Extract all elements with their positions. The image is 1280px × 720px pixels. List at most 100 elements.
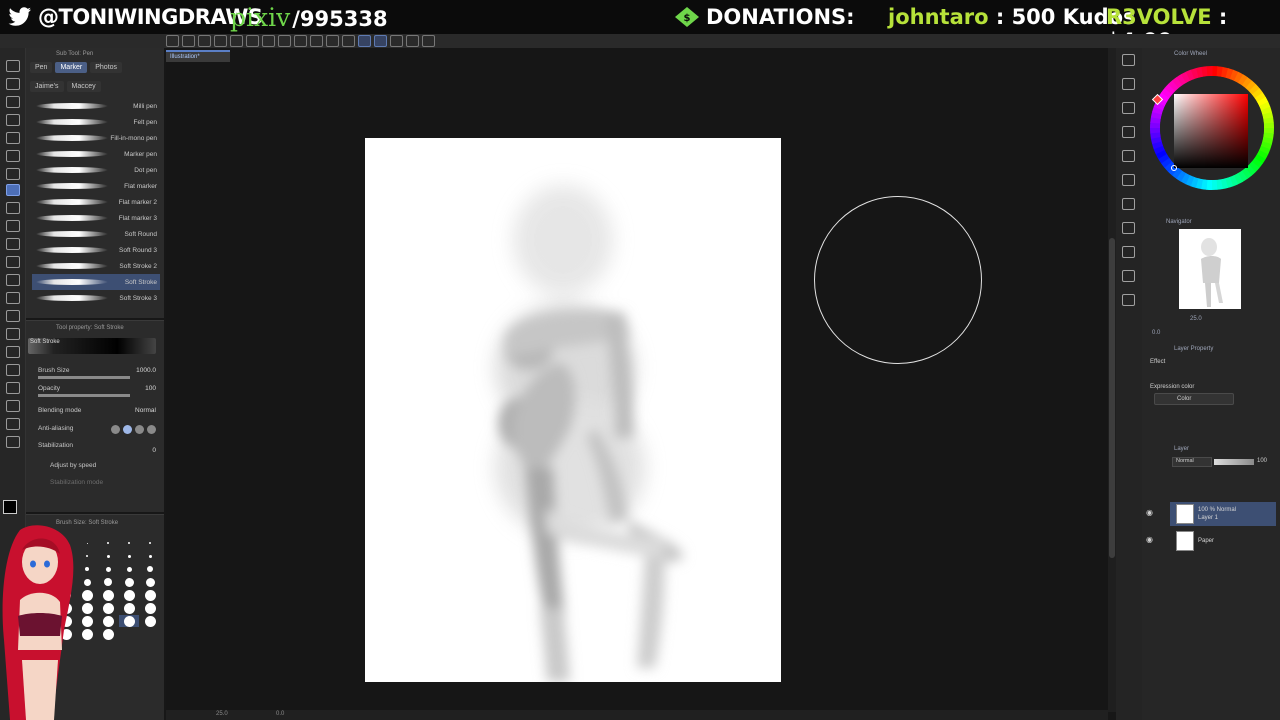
snap-special-icon[interactable] xyxy=(390,35,403,47)
brush-size-preset[interactable] xyxy=(77,602,97,614)
brush-list-item[interactable]: Soft Stroke 3 xyxy=(32,290,160,306)
brush-size-preset[interactable] xyxy=(140,615,160,627)
reference-icon[interactable] xyxy=(422,35,435,47)
layer-item-paper[interactable]: Paper xyxy=(1170,529,1276,553)
brush-list-item[interactable]: Milli pen xyxy=(32,98,160,114)
decoration-icon[interactable] xyxy=(6,256,20,268)
material-icon[interactable] xyxy=(1122,78,1135,90)
brush-list-item[interactable]: Soft Round xyxy=(32,226,160,242)
brush-size-preset[interactable] xyxy=(77,550,97,562)
airbrush-icon[interactable] xyxy=(6,238,20,250)
stabilization-mode-row[interactable]: Stabilization mode xyxy=(50,479,150,486)
eraser-icon[interactable] xyxy=(6,274,20,286)
brush-size-preset[interactable] xyxy=(77,628,97,640)
brush-size-preset[interactable] xyxy=(98,550,118,562)
transform-icon[interactable] xyxy=(278,35,291,47)
brush-size-preset[interactable] xyxy=(98,589,118,601)
ruler-tool-icon[interactable] xyxy=(6,382,20,394)
brush-list-item[interactable]: Flat marker 2 xyxy=(32,194,160,210)
pen-tool-icon[interactable] xyxy=(6,184,20,196)
antialias-strong[interactable] xyxy=(147,425,156,434)
nav-angle[interactable]: 0.0 xyxy=(1152,330,1160,336)
brush-size-row[interactable]: Brush Size 1000.0 xyxy=(38,367,156,374)
export-icon[interactable] xyxy=(214,35,227,47)
correct-line-icon[interactable] xyxy=(6,436,20,448)
animation-icon[interactable] xyxy=(1122,294,1135,306)
redo-icon[interactable] xyxy=(246,35,259,47)
blend-tool-icon[interactable] xyxy=(6,292,20,304)
item-bank-icon[interactable] xyxy=(1122,222,1135,234)
zoom-readout[interactable]: 25.0 xyxy=(216,711,228,717)
drawing-canvas[interactable] xyxy=(365,138,781,682)
fill-icon[interactable] xyxy=(294,35,307,47)
new-file-icon[interactable] xyxy=(166,35,179,47)
brush-list-item[interactable]: Flat marker 3 xyxy=(32,210,160,226)
open-file-icon[interactable] xyxy=(182,35,195,47)
brush-size-preset[interactable] xyxy=(140,602,160,614)
brush-list-item[interactable]: Soft Stroke 2 xyxy=(32,258,160,274)
brush-size-preset[interactable] xyxy=(77,576,97,588)
timeline-icon[interactable] xyxy=(1122,270,1135,282)
blending-row[interactable]: Blending mode Normal xyxy=(38,407,156,414)
brush-size-preset[interactable] xyxy=(77,563,97,575)
color-wheel[interactable] xyxy=(1146,62,1278,196)
operation-tool-icon[interactable] xyxy=(6,96,20,108)
move-layer-icon[interactable] xyxy=(6,114,20,126)
scroll-thumb[interactable] xyxy=(1109,238,1115,558)
antialias-medium[interactable] xyxy=(135,425,144,434)
angle-readout[interactable]: 0.0 xyxy=(276,711,284,717)
search-icon[interactable] xyxy=(1122,54,1135,66)
brush-list-item[interactable]: Dot pen xyxy=(32,162,160,178)
gradient-icon[interactable] xyxy=(6,328,20,340)
opacity-value[interactable]: 100 xyxy=(145,385,156,392)
text-tool-icon[interactable] xyxy=(6,400,20,412)
fill-tool-icon[interactable] xyxy=(6,310,20,322)
tab-maccey[interactable]: Maccey xyxy=(66,81,101,92)
pencil-tool-icon[interactable] xyxy=(6,202,20,214)
brush-size-preset[interactable] xyxy=(98,602,118,614)
tab-photos[interactable]: Photos xyxy=(90,62,123,73)
brush-size-preset[interactable] xyxy=(119,563,139,575)
brush-size-preset[interactable] xyxy=(119,576,139,588)
history-icon[interactable] xyxy=(1122,174,1135,186)
selection-tool-icon[interactable] xyxy=(6,132,20,144)
brush-size-preset[interactable] xyxy=(140,576,160,588)
vertical-scrollbar[interactable] xyxy=(1108,48,1116,712)
auto-actions-icon[interactable] xyxy=(1122,246,1135,258)
frame-border-icon[interactable] xyxy=(6,364,20,376)
tab-marker[interactable]: Marker xyxy=(55,62,88,73)
layer-search-icon[interactable] xyxy=(1122,102,1135,114)
brush-size-preset[interactable] xyxy=(119,615,139,627)
layer-item[interactable]: 100 % Normal Layer 1 xyxy=(1170,502,1276,526)
brush-size-preset[interactable] xyxy=(119,602,139,614)
brush-size-preset[interactable] xyxy=(140,537,160,549)
close-panel-icon[interactable] xyxy=(1122,126,1135,138)
sub-view-icon[interactable] xyxy=(1122,150,1135,162)
brush-list-item[interactable]: Flat marker xyxy=(32,178,160,194)
antialias-weak[interactable] xyxy=(123,425,132,434)
select-all-icon[interactable] xyxy=(326,35,339,47)
layer-opacity-slider[interactable] xyxy=(1214,459,1254,465)
tab-pen[interactable]: Pen xyxy=(30,62,53,73)
brush-size-value[interactable]: 1000.0 xyxy=(136,367,156,374)
brush-size-preset[interactable] xyxy=(119,537,139,549)
opacity-slider[interactable] xyxy=(38,394,130,397)
brush-size-preset[interactable] xyxy=(119,589,139,601)
eye-icon[interactable]: ◉ xyxy=(1146,535,1153,544)
brush-list-item[interactable]: Felt pen xyxy=(32,114,160,130)
tab-jaimes[interactable]: Jaime's xyxy=(30,81,64,92)
layer-opacity-value[interactable]: 100 xyxy=(1257,458,1267,464)
brush-size-preset[interactable] xyxy=(77,615,97,627)
clear-icon[interactable] xyxy=(262,35,275,47)
color-set-icon[interactable] xyxy=(1122,198,1135,210)
crop-icon[interactable] xyxy=(310,35,323,47)
brush-size-preset[interactable] xyxy=(119,550,139,562)
stabilization-value[interactable]: 0 xyxy=(152,447,156,454)
deselect-icon[interactable] xyxy=(342,35,355,47)
brush-size-preset[interactable] xyxy=(77,537,97,549)
document-tab[interactable]: Illustration* xyxy=(166,50,230,62)
brush-list-item[interactable]: Soft Stroke xyxy=(32,274,160,290)
snap-ruler-icon[interactable] xyxy=(358,35,371,47)
brush-list-item[interactable]: Soft Round 3 xyxy=(32,242,160,258)
nav-zoom[interactable]: 25.0 xyxy=(1190,316,1202,322)
